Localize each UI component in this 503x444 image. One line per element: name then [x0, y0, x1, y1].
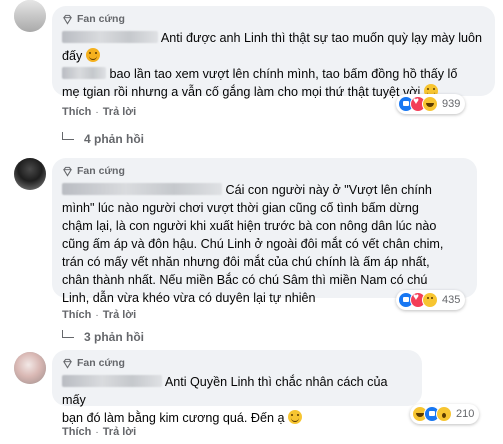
comment-actions: Thích · Trả lời — [62, 426, 136, 438]
diamond-icon — [63, 166, 72, 177]
comment-actions: Thích · Trả lời — [62, 309, 136, 321]
like-button[interactable]: Thích — [62, 426, 91, 438]
comment-bubble: Fan cứng Anti Quyền Linh thì chắc nhân c… — [52, 350, 422, 425]
reply-button[interactable]: Trả lời — [103, 309, 137, 321]
comment-text: Anti Quyền Linh thì chắc nhân cách của m… — [62, 373, 412, 427]
comment-text-line: Linh, dẫn vừa khéo vừa có duyên lại tự n… — [62, 291, 316, 305]
comment-text-line: mẹ tgian rồi nhưng a vẫn cố gắng làm cho… — [62, 85, 421, 99]
reply-arrow-icon — [62, 330, 74, 338]
comment-text-line: trán có mấy vết nhăn nhưng đôi mắt của c… — [62, 255, 430, 269]
sad-reaction-icon — [422, 292, 438, 308]
comment-text: Anti được anh Linh thì thật sự tao muốn … — [62, 29, 485, 101]
comment-text-line: Anti được anh Linh thì thật sự tao muốn … — [160, 31, 483, 45]
view-replies[interactable]: 3 phản hồi — [62, 330, 144, 344]
separator: · — [95, 309, 99, 321]
haha-reaction-icon — [422, 96, 438, 112]
blurred-name[interactable] — [62, 183, 222, 195]
comment-text-line: Cái con người này ở "Vượt lên chính — [225, 183, 432, 197]
reaction-count: 435 — [442, 294, 461, 306]
comment-text-line: cũng ấm áp và đôn hậu. Chú Linh ở ngoài … — [62, 237, 444, 251]
diamond-icon — [63, 358, 72, 369]
diamond-icon — [63, 14, 72, 25]
badge-label: Fan cứng — [77, 13, 125, 25]
reaction-count: 939 — [442, 98, 461, 110]
wow-reaction-icon — [436, 406, 452, 422]
blurred-name[interactable] — [62, 375, 162, 387]
separator: · — [95, 426, 99, 438]
reply-arrow-icon — [62, 132, 74, 140]
reply-button[interactable]: Trả lời — [103, 426, 137, 438]
fan-badge: Fan cứng — [62, 12, 485, 26]
comment-bubble: Fan cứng Anti được anh Linh thì thật sự … — [52, 6, 495, 99]
comment-text-line: đấy — [62, 49, 83, 63]
fan-badge: Fan cứng — [62, 356, 412, 370]
comment-text-line: bao lần tao xem vượt lên chính mình, tao… — [109, 67, 458, 81]
avatar[interactable] — [14, 0, 46, 32]
blurred-name[interactable] — [62, 67, 106, 79]
reaction-summary[interactable]: 435 — [396, 290, 466, 310]
replies-label: 4 phản hồi — [84, 132, 144, 146]
reaction-count: 210 — [456, 408, 475, 420]
comment-text-line: chậm lại, là con người khi xuất hiện trư… — [62, 219, 437, 233]
emoji-icon — [85, 48, 100, 62]
badge-label: Fan cứng — [77, 165, 125, 177]
upside-down-emoji-icon — [288, 410, 303, 424]
comment-actions: Thích · Trả lời — [62, 106, 136, 118]
view-replies[interactable]: 4 phản hồi — [62, 132, 144, 146]
separator: · — [95, 106, 99, 118]
avatar[interactable] — [14, 352, 46, 384]
reaction-summary[interactable]: 939 — [396, 94, 466, 114]
fan-badge: Fan cứng — [62, 164, 467, 178]
like-button[interactable]: Thích — [62, 309, 91, 321]
comment-text-line: mình" lúc nào người chơi vượt thời gian … — [62, 201, 419, 215]
comment-bubble: Fan cứng Cái con người này ở "Vượt lên c… — [52, 158, 477, 305]
comment-text: Cái con người này ở "Vượt lên chính mình… — [62, 181, 467, 307]
reaction-summary[interactable]: 210 — [410, 404, 480, 424]
comment-text-line: chân thành nhất. Nếu miền Bắc có chú Sâm… — [62, 273, 428, 287]
blurred-name[interactable] — [62, 31, 158, 43]
like-button[interactable]: Thích — [62, 106, 91, 118]
badge-label: Fan cứng — [77, 357, 125, 369]
avatar[interactable] — [14, 158, 46, 190]
comment-text-line: bạn đó làm bằng kim cương quá. Đến ạ — [62, 411, 285, 425]
reply-button[interactable]: Trả lời — [103, 106, 137, 118]
replies-label: 3 phản hồi — [84, 330, 144, 344]
